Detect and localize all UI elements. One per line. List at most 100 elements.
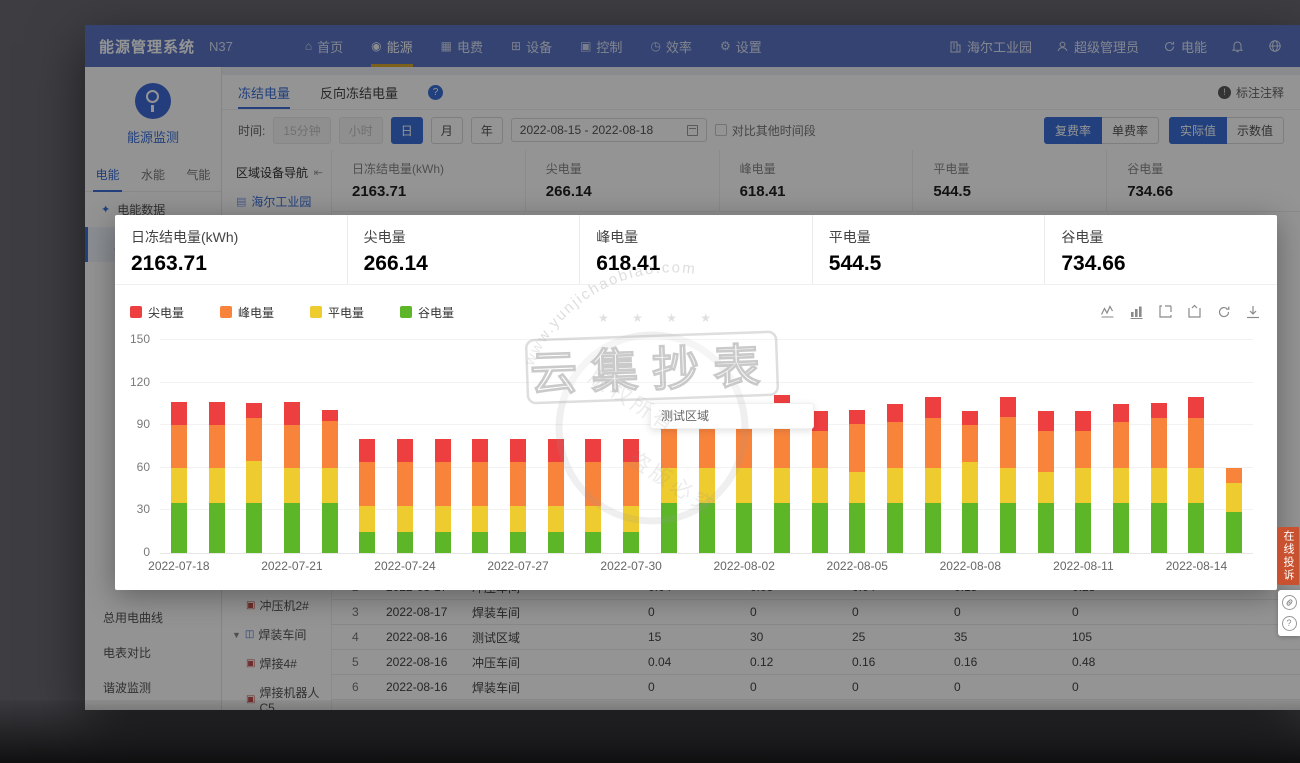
bar-2022-08-06[interactable] — [887, 340, 903, 553]
line-chart-icon[interactable] — [1100, 304, 1116, 320]
bar-segment-平电量 — [1188, 468, 1204, 504]
bar-segment-平电量 — [510, 506, 526, 532]
bar-2022-08-13[interactable] — [1151, 340, 1167, 553]
legend-item-谷电量[interactable]: 谷电量 — [400, 304, 454, 321]
bar-segment-峰电量 — [472, 462, 488, 506]
bar-2022-07-18[interactable] — [171, 340, 187, 553]
x-axis-tick: 2022-08-05 — [817, 559, 897, 573]
bar-2022-07-31[interactable] — [661, 340, 677, 553]
bar-segment-平电量 — [1000, 468, 1016, 504]
bar-2022-08-08[interactable] — [962, 340, 978, 553]
stat-value: 734.66 — [1061, 252, 1277, 276]
y-axis-tick: 60 — [122, 460, 150, 474]
y-axis-tick: 30 — [122, 502, 150, 516]
stacked-bar-chart: 03060901201502022-07-182022-07-212022-07… — [130, 340, 1262, 585]
legend-item-峰电量[interactable]: 峰电量 — [220, 304, 274, 321]
bar-segment-谷电量 — [925, 503, 941, 553]
bar-chart-icon[interactable] — [1129, 304, 1145, 320]
download-icon[interactable] — [1245, 304, 1261, 320]
stat-value: 2163.71 — [131, 252, 347, 276]
bar-2022-08-09[interactable] — [1000, 340, 1016, 553]
bar-segment-平电量 — [699, 468, 715, 504]
bar-segment-谷电量 — [1188, 503, 1204, 553]
bar-segment-峰电量 — [623, 462, 639, 506]
stat-label: 尖电量 — [364, 227, 580, 247]
bar-2022-07-30[interactable] — [623, 340, 639, 553]
bar-segment-峰电量 — [849, 424, 865, 472]
data-zoom-icon[interactable] — [1158, 304, 1174, 320]
bar-2022-07-28[interactable] — [548, 340, 564, 553]
chart-plot-area[interactable]: 03060901201502022-07-182022-07-212022-07… — [160, 340, 1253, 553]
bar-2022-07-24[interactable] — [397, 340, 413, 553]
bar-segment-平电量 — [623, 506, 639, 532]
legend-label: 峰电量 — [238, 304, 274, 321]
bar-2022-08-03[interactable] — [774, 340, 790, 553]
bar-segment-尖电量 — [359, 439, 375, 462]
stat-谷电量: 谷电量734.66 — [1044, 215, 1277, 284]
bar-2022-07-21[interactable] — [284, 340, 300, 553]
bar-segment-尖电量 — [284, 402, 300, 425]
bar-segment-谷电量 — [246, 503, 262, 553]
bar-2022-08-04[interactable] — [812, 340, 828, 553]
bar-2022-08-14[interactable] — [1188, 340, 1204, 553]
x-axis-tick: 2022-08-11 — [1043, 559, 1123, 573]
bar-segment-平电量 — [1038, 472, 1054, 503]
chart-legend: 尖电量 峰电量 平电量 谷电量 — [130, 304, 454, 321]
bar-2022-08-07[interactable] — [925, 340, 941, 553]
bar-2022-07-20[interactable] — [246, 340, 262, 553]
bar-segment-平电量 — [585, 506, 601, 532]
bar-2022-08-10[interactable] — [1038, 340, 1054, 553]
bar-segment-峰电量 — [774, 424, 790, 468]
bar-segment-峰电量 — [284, 425, 300, 468]
bar-2022-08-11[interactable] — [1075, 340, 1091, 553]
x-axis-tick: 2022-07-30 — [591, 559, 671, 573]
bar-2022-07-23[interactable] — [359, 340, 375, 553]
bar-2022-07-25[interactable] — [435, 340, 451, 553]
bar-segment-平电量 — [925, 468, 941, 504]
bar-segment-峰电量 — [1188, 418, 1204, 468]
bar-segment-峰电量 — [585, 462, 601, 506]
bar-segment-谷电量 — [1151, 503, 1167, 553]
bar-segment-谷电量 — [322, 503, 338, 553]
stat-平电量: 平电量544.5 — [812, 215, 1045, 284]
bar-segment-平电量 — [548, 506, 564, 532]
y-axis-tick: 150 — [122, 332, 150, 346]
bar-segment-谷电量 — [1000, 503, 1016, 553]
bar-segment-平电量 — [435, 506, 451, 532]
bar-segment-尖电量 — [1075, 411, 1091, 431]
legend-item-平电量[interactable]: 平电量 — [310, 304, 364, 321]
bar-2022-08-12[interactable] — [1113, 340, 1129, 553]
bar-2022-07-29[interactable] — [585, 340, 601, 553]
bar-2022-08-05[interactable] — [849, 340, 865, 553]
bar-segment-谷电量 — [1038, 503, 1054, 553]
question-icon[interactable]: ? — [1282, 616, 1297, 631]
bar-segment-尖电量 — [171, 402, 187, 425]
legend-item-尖电量[interactable]: 尖电量 — [130, 304, 184, 321]
legend-swatch — [310, 306, 322, 318]
bar-segment-平电量 — [774, 468, 790, 504]
bar-segment-尖电量 — [246, 403, 262, 419]
bar-2022-08-02[interactable] — [736, 340, 752, 553]
bar-segment-谷电量 — [699, 503, 715, 553]
bar-segment-尖电量 — [1188, 397, 1204, 418]
bar-segment-尖电量 — [849, 410, 865, 424]
bar-2022-07-19[interactable] — [209, 340, 225, 553]
bar-segment-谷电量 — [736, 503, 752, 553]
bar-2022-07-27[interactable] — [510, 340, 526, 553]
bar-segment-峰电量 — [736, 429, 752, 467]
bar-2022-07-26[interactable] — [472, 340, 488, 553]
online-complaint-button[interactable]: 在线投诉 — [1277, 527, 1299, 585]
stat-尖电量: 尖电量266.14 — [347, 215, 580, 284]
bar-segment-尖电量 — [322, 410, 338, 421]
bar-segment-峰电量 — [397, 462, 413, 506]
bar-2022-08-15[interactable] — [1226, 340, 1242, 553]
bar-2022-07-22[interactable] — [322, 340, 338, 553]
restore-icon[interactable] — [1216, 304, 1232, 320]
legend-swatch — [130, 306, 142, 318]
link-icon[interactable] — [1282, 595, 1297, 610]
bar-segment-谷电量 — [585, 532, 601, 553]
bar-2022-08-01[interactable] — [699, 340, 715, 553]
bar-segment-峰电量 — [548, 462, 564, 506]
bar-segment-平电量 — [397, 506, 413, 532]
zoom-reset-icon[interactable] — [1187, 304, 1203, 320]
